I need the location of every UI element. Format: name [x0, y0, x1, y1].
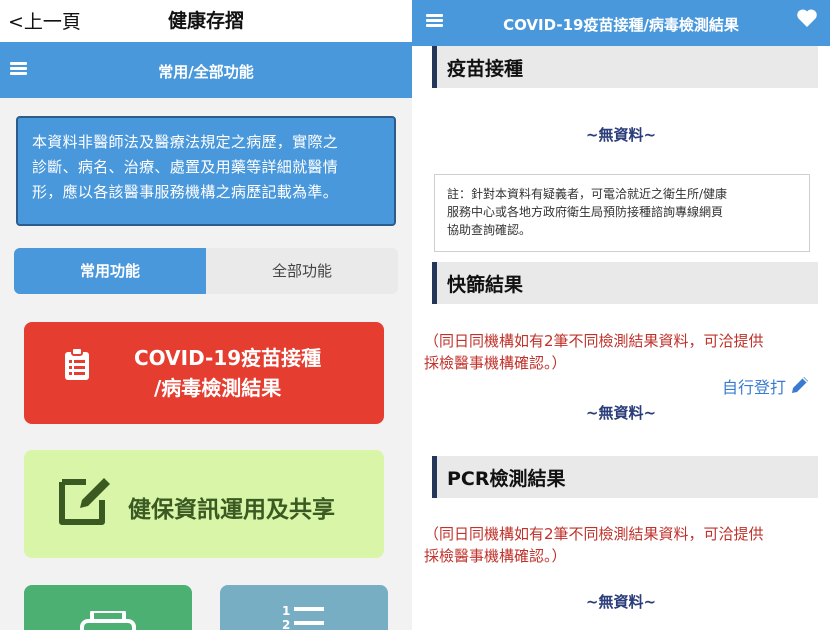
warning-line: （同日同機構如有2筆不同檢測結果資料，可洽提供 — [424, 525, 764, 543]
function-header: 常用/全部功能 — [0, 42, 412, 98]
page-title: 健康存摺 — [168, 10, 245, 32]
section-rapid-test-title: 快篩結果 — [447, 274, 524, 296]
rapid-test-warning: （同日同機構如有2筆不同檢測結果資料，可洽提供 採檢醫事機構確認。） — [424, 330, 830, 374]
self-register-label: 自行登打 — [722, 378, 787, 397]
result-header: COVID-19疫苗接種/病毒檢測結果 — [412, 0, 830, 46]
left-screen: <上一頁 健康存摺 常用/全部功能 本資料非醫師法及醫療法規定之病歷，實際之 診… — [0, 0, 412, 630]
svg-text:2: 2 — [282, 618, 290, 630]
disclaimer-line: 本資料非醫師法及醫療法規定之病歷，實際之 — [32, 133, 339, 151]
pcr-no-data: ~無資料~ — [585, 593, 657, 611]
self-register-link[interactable]: 自行登打 — [722, 374, 811, 398]
covid-card-title-line2: /病毒檢測結果 — [154, 376, 282, 400]
function-header-title: 常用/全部功能 — [158, 63, 254, 81]
list-icon: 1 2 — [282, 603, 326, 630]
tab-common-functions[interactable]: 常用功能 — [14, 248, 206, 294]
warning-line: （同日同機構如有2筆不同檢測結果資料，可洽提供 — [424, 332, 764, 350]
note-line: 協助查詢確認。 — [447, 223, 532, 237]
section-pcr-title: PCR檢測結果 — [447, 468, 566, 490]
section-vaccine-header: 疫苗接種 — [432, 46, 818, 88]
pcr-warning: （同日同機構如有2筆不同檢測結果資料，可洽提供 採檢醫事機構確認。） — [424, 523, 830, 567]
warning-line: 採檢醫事機構確認。） — [424, 354, 567, 372]
disclaimer-line: 診斷、病名、治療、處置及用藥等詳細就醫情 — [32, 158, 339, 176]
svg-text:1: 1 — [282, 604, 290, 618]
disclaimer-line: 形，應以各該醫事服務機構之病歷記載為準。 — [32, 183, 339, 201]
printer-function-button[interactable] — [24, 585, 192, 630]
warning-line: 採檢醫事機構確認。） — [424, 547, 567, 565]
heart-icon[interactable] — [796, 8, 818, 32]
printer-icon — [80, 609, 136, 630]
disclaimer-notice: 本資料非醫師法及醫療法規定之病歷，實際之 診斷、病名、治療、處置及用藥等詳細就醫… — [16, 116, 396, 226]
back-button[interactable]: <上一頁 — [8, 7, 81, 34]
nhi-info-sharing-button[interactable]: 健保資訊運用及共享 — [24, 450, 384, 558]
edit-icon — [56, 472, 114, 532]
rapid-test-no-data: ~無資料~ — [585, 404, 657, 422]
section-rapid-test-header: 快篩結果 — [432, 262, 818, 304]
top-navbar: <上一頁 健康存摺 — [0, 0, 412, 42]
nhi-card-title: 健保資訊運用及共享 — [128, 497, 335, 523]
covid-card-title-line1: COVID-19疫苗接種 — [134, 346, 322, 370]
covid-results-button[interactable]: COVID-19疫苗接種 /病毒檢測結果 — [24, 322, 384, 424]
section-pcr-header: PCR檢測結果 — [432, 456, 818, 498]
pencil-icon — [792, 377, 809, 393]
vaccine-note: 註：針對本資料有疑義者，可電洽就近之衛生所/健康 服務中心或各地方政府衛生局預防… — [434, 174, 810, 252]
right-screen: COVID-19疫苗接種/病毒檢測結果 疫苗接種 ~無資料~ 註：針對本資料有疑… — [412, 0, 830, 630]
vaccine-no-data: ~無資料~ — [585, 126, 657, 144]
function-tabs: 常用功能 全部功能 — [14, 248, 398, 294]
list-function-button[interactable]: 1 2 — [220, 585, 388, 630]
note-line: 註：針對本資料有疑義者，可電洽就近之衛生所/健康 — [447, 187, 728, 201]
clipboard-icon — [64, 347, 90, 385]
tab-all-functions[interactable]: 全部功能 — [206, 248, 398, 294]
note-line: 服務中心或各地方政府衛生局預防接種諮詢專線網頁 — [447, 205, 724, 219]
result-page-title: COVID-19疫苗接種/病毒檢測結果 — [503, 16, 739, 34]
section-vaccine-title: 疫苗接種 — [447, 58, 524, 80]
